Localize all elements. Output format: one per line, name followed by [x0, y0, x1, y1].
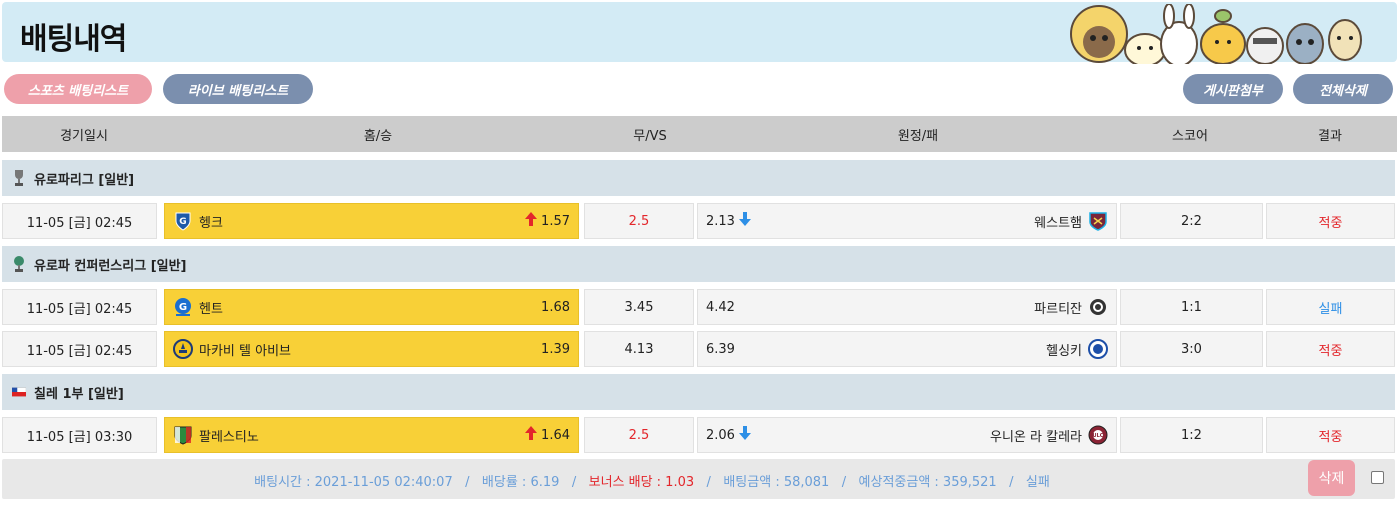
mascot-illustration — [1067, 3, 1367, 67]
separator: / — [706, 475, 711, 490]
league-name: 칠레 1부 [일반] — [34, 386, 124, 402]
match-score: 1:2 — [1120, 417, 1263, 453]
column-away: 원정/패 — [897, 128, 939, 144]
select-checkbox[interactable] — [1371, 471, 1384, 484]
home-odds: 1.68 — [541, 299, 570, 315]
league-logo-icon — [12, 383, 26, 401]
match-date: 11-05 [금] 02:45 — [2, 203, 157, 239]
team-crest-icon — [1088, 211, 1108, 231]
match-score: 1:1 — [1120, 289, 1263, 325]
bet-summary-text: 배팅시간 : 2021-11-05 02:40:07 / 배당률 : 6.19 … — [2, 471, 1302, 490]
team-crest-icon: G — [173, 297, 193, 317]
away-bet-option[interactable]: 2.06 우니온 라 칼레라 ULC — [697, 417, 1117, 453]
home-bet-option[interactable]: G 헨트 1.68 — [164, 289, 579, 325]
table-row: 11-05 [금] 02:45 G 헨트 1.68 3.45 4.42 파르티잔… — [2, 289, 1395, 325]
expected-win-amount: 예상적중금액 : 359,521 — [858, 475, 997, 490]
draw-bet-option[interactable]: 4.13 — [584, 331, 694, 367]
away-bet-option[interactable]: 4.42 파르티잔 — [697, 289, 1117, 325]
separator: / — [841, 475, 847, 490]
away-odds: 6.39 — [706, 341, 735, 357]
mascot-icon — [1070, 3, 1362, 67]
delete-all-button[interactable]: 전체삭제 — [1293, 74, 1393, 104]
svg-text:G: G — [179, 302, 187, 313]
away-team-name: 헬싱키 — [1046, 343, 1082, 359]
column-draw: 무/VS — [633, 128, 667, 144]
match-score: 3:0 — [1120, 331, 1263, 367]
live-betting-list-button[interactable]: 라이브 배팅리스트 — [163, 74, 313, 104]
home-team-name: 헨트 — [199, 301, 223, 317]
table-header: 경기일시 홈/승 무/VS 원정/패 스코어 결과 — [2, 116, 1397, 152]
column-home: 홈/승 — [363, 128, 393, 144]
svg-text:G: G — [179, 217, 186, 227]
bet-odds: 배당률 : 6.19 — [481, 475, 560, 490]
delete-button[interactable]: 삭제 — [1308, 460, 1355, 496]
team-crest-icon — [1088, 297, 1108, 317]
away-odds: 2.13 — [706, 213, 735, 229]
draw-bet-option[interactable]: 2.5 — [584, 417, 694, 453]
league-name: 유로파 컨퍼런스리그 [일반] — [34, 258, 187, 274]
table-row: 11-05 [금] 02:45 마카비 텔 아비브 1.39 4.13 6.39… — [2, 331, 1395, 367]
arrow-up-icon — [525, 426, 538, 444]
sports-betting-list-button[interactable]: 스포츠 배팅리스트 — [4, 74, 152, 104]
league-header: 유로파리그 [일반] — [2, 160, 1395, 196]
home-team-name: 헹크 — [199, 215, 223, 231]
bet-status: 실패 — [1025, 475, 1050, 490]
away-team-name: 웨스트햄 — [1034, 215, 1082, 231]
table-row: 11-05 [금] 02:45 G 헹크 1.57 2.5 2.13 웨스트햄 — [2, 203, 1395, 239]
bonus-odds: 보너스 배당 : 1.03 — [588, 475, 695, 490]
home-odds: 1.57 — [541, 213, 570, 229]
team-crest-icon: G — [173, 211, 193, 231]
league-header: 칠레 1부 [일반] — [2, 374, 1395, 410]
bet-amount: 배팅금액 : 58,081 — [723, 475, 830, 490]
table-row: 11-05 [금] 03:30 팔레스티노 1.64 2.5 2.06 우니온 … — [2, 417, 1395, 453]
bet-summary: 배팅시간 : 2021-11-05 02:40:07 / 배당률 : 6.19 … — [2, 459, 1395, 499]
match-date: 11-05 [금] 02:45 — [2, 289, 157, 325]
trophy-icon — [12, 255, 26, 273]
page-title: 배팅내역 — [20, 22, 127, 57]
draw-bet-option[interactable]: 2.5 — [584, 203, 694, 239]
team-crest-icon: ULC — [1088, 425, 1108, 445]
arrow-down-icon — [738, 212, 751, 230]
away-bet-option[interactable]: 6.39 헬싱키 — [697, 331, 1117, 367]
separator: / — [571, 475, 577, 490]
column-date: 경기일시 — [60, 128, 108, 144]
league-header: 유로파 컨퍼런스리그 [일반] — [2, 246, 1395, 282]
away-odds: 4.42 — [706, 299, 735, 315]
away-odds: 2.06 — [706, 427, 735, 443]
column-score: 스코어 — [1172, 128, 1208, 144]
match-result: 적중 — [1266, 331, 1395, 367]
away-team-name: 파르티잔 — [1034, 301, 1082, 317]
match-result: 실패 — [1266, 289, 1395, 325]
match-result: 적중 — [1266, 203, 1395, 239]
home-odds: 1.39 — [541, 341, 570, 357]
draw-bet-option[interactable]: 3.45 — [584, 289, 694, 325]
board-attach-button[interactable]: 게시판첨부 — [1183, 74, 1283, 104]
arrow-up-icon — [525, 212, 538, 230]
match-result: 적중 — [1266, 417, 1395, 453]
match-date: 11-05 [금] 02:45 — [2, 331, 157, 367]
arrow-down-icon — [738, 426, 751, 444]
home-odds: 1.64 — [541, 427, 570, 443]
home-bet-option[interactable]: G 헹크 1.57 — [164, 203, 579, 239]
home-team-name: 마카비 텔 아비브 — [199, 343, 291, 359]
team-crest-icon — [1088, 339, 1108, 359]
home-bet-option[interactable]: 마카비 텔 아비브 1.39 — [164, 331, 579, 367]
separator: / — [465, 475, 470, 490]
svg-text:ULC: ULC — [1093, 433, 1104, 439]
match-score: 2:2 — [1120, 203, 1263, 239]
team-crest-icon — [173, 339, 193, 359]
home-team-name: 팔레스티노 — [199, 429, 259, 445]
column-result: 결과 — [1318, 128, 1342, 144]
away-team-name: 우니온 라 칼레라 — [990, 429, 1082, 445]
separator: / — [1009, 475, 1014, 490]
team-crest-icon — [173, 425, 193, 445]
bet-time: 배팅시간 : 2021-11-05 02:40:07 — [254, 475, 453, 490]
trophy-icon — [12, 169, 26, 187]
league-name: 유로파리그 [일반] — [34, 172, 135, 188]
page-header: 배팅내역 — [2, 2, 1397, 67]
match-date: 11-05 [금] 03:30 — [2, 417, 157, 453]
home-bet-option[interactable]: 팔레스티노 1.64 — [164, 417, 579, 453]
away-bet-option[interactable]: 2.13 웨스트햄 — [697, 203, 1117, 239]
